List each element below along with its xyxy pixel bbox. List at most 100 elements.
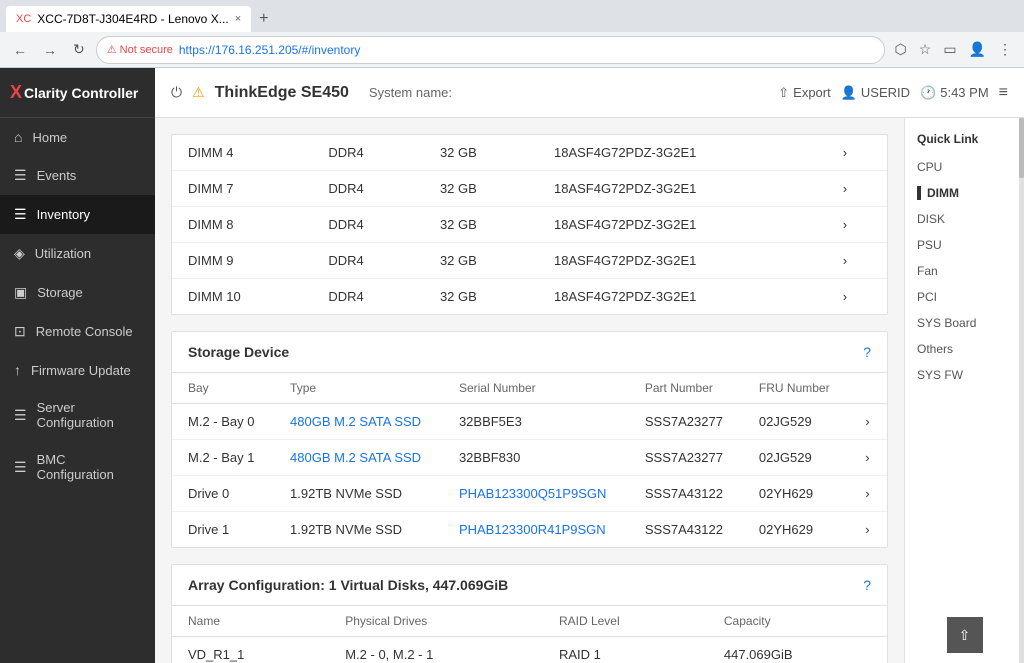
inventory-icon: ☰ [14, 206, 27, 223]
sidebar-label-bmc-configuration: BMC Configuration [37, 452, 141, 482]
storage-serial: 32BBF5E3 [443, 404, 629, 440]
array-capacity: 447.069GiB [708, 637, 887, 663]
storage-help-icon[interactable]: ? [863, 344, 871, 360]
quick-link-pci[interactable]: PCI [905, 284, 1024, 310]
quick-link-fan-label: Fan [917, 264, 938, 278]
topbar: ⏻ ⚠ ThinkEdge SE450 System name: ⇧ Expor… [155, 68, 1024, 118]
quick-link-sys-fw[interactable]: SYS FW [905, 362, 1024, 388]
cast-icon[interactable]: ⬡ [891, 39, 911, 60]
storage-serial-link[interactable]: PHAB123300Q51P9SGN [459, 486, 606, 501]
storage-chevron[interactable]: › [849, 476, 887, 512]
browser-toolbar: ← → ↻ ⚠ Not secure https://176.16.251.20… [0, 32, 1024, 68]
quick-link-psu[interactable]: PSU [905, 232, 1024, 258]
profile-icon[interactable]: 👤 [965, 39, 990, 60]
power-button[interactable]: ⏻ [171, 84, 182, 101]
sidebar-item-firmware-update[interactable]: ↑ Firmware Update [0, 351, 155, 389]
dimm-type: DDR4 [312, 279, 424, 315]
sidebar-item-remote-console[interactable]: ⊡ Remote Console [0, 312, 155, 351]
content-area: DIMM 4 DDR4 32 GB 18ASF4G72PDZ-3G2E1 › D… [155, 118, 1024, 663]
dimm-row: DIMM 4 DDR4 32 GB 18ASF4G72PDZ-3G2E1 › [172, 135, 887, 171]
scroll-to-top-button[interactable]: ⇧ [947, 617, 983, 653]
storage-part: SSS7A23277 [629, 440, 743, 476]
reload-button[interactable]: ↻ [68, 39, 90, 60]
content-scroll[interactable]: DIMM 4 DDR4 32 GB 18ASF4G72PDZ-3G2E1 › D… [155, 118, 904, 663]
array-name: VD_R1_1 [172, 637, 329, 663]
dimm-row: DIMM 7 DDR4 32 GB 18ASF4G72PDZ-3G2E1 › [172, 171, 887, 207]
storage-type-link[interactable]: 480GB M.2 SATA SSD [290, 450, 421, 465]
storage-fru: 02JG529 [743, 440, 849, 476]
storage-chevron[interactable]: › [849, 440, 887, 476]
storage-chevron[interactable]: › [849, 404, 887, 440]
storage-section-header: Storage Device ? [172, 332, 887, 373]
warning-button[interactable]: ⚠ [192, 84, 205, 101]
dimm-size: 32 GB [424, 207, 538, 243]
bmc-config-icon: ☰ [14, 459, 27, 476]
dimm-table: DIMM 4 DDR4 32 GB 18ASF4G72PDZ-3G2E1 › D… [172, 135, 887, 314]
col-action [849, 373, 887, 404]
quick-link-cpu[interactable]: CPU [905, 154, 1024, 180]
dimm-chevron[interactable]: › [827, 207, 887, 243]
storage-type: 1.92TB NVMe SSD [274, 512, 443, 548]
home-icon: ⌂ [14, 129, 22, 145]
dimm-type: DDR4 [312, 171, 424, 207]
sidebar-item-bmc-configuration[interactable]: ☰ BMC Configuration [0, 441, 155, 493]
quick-link-fan[interactable]: Fan [905, 258, 1024, 284]
col-serial: Serial Number [443, 373, 629, 404]
storage-part: SSS7A43122 [629, 476, 743, 512]
dimm-chevron[interactable]: › [827, 243, 887, 279]
sidebar-label-inventory: Inventory [37, 207, 90, 222]
dimm-row: DIMM 8 DDR4 32 GB 18ASF4G72PDZ-3G2E1 › [172, 207, 887, 243]
quick-link-sys-board[interactable]: SYS Board [905, 310, 1024, 336]
array-help-icon[interactable]: ? [863, 577, 871, 593]
tab-favicon: XC [16, 13, 31, 25]
quick-link-others[interactable]: Others [905, 336, 1024, 362]
sidebar-item-home[interactable]: ⌂ Home [0, 118, 155, 156]
sidebar-item-utilization[interactable]: ◈ Utilization [0, 234, 155, 273]
quick-link-pci-label: PCI [917, 290, 937, 304]
dimm-chevron[interactable]: › [827, 135, 887, 171]
quick-link-disk[interactable]: DISK [905, 206, 1024, 232]
address-bar[interactable]: ⚠ Not secure https://176.16.251.205/#/in… [96, 36, 885, 64]
back-button[interactable]: ← [8, 40, 32, 60]
sidebar-item-server-configuration[interactable]: ☰ Server Configuration [0, 389, 155, 441]
browser-tab-bar: XC XCC-7D8T-J304E4RD - Lenovo X... × + [0, 0, 1024, 32]
storage-type: 1.92TB NVMe SSD [274, 476, 443, 512]
storage-type: 480GB M.2 SATA SSD [274, 404, 443, 440]
storage-type: 480GB M.2 SATA SSD [274, 440, 443, 476]
forward-button[interactable]: → [38, 40, 62, 60]
storage-serial: PHAB123300R41P9SGN [443, 512, 629, 548]
new-tab-button[interactable]: + [251, 10, 276, 28]
sidebar-item-events[interactable]: ☰ Events [0, 156, 155, 195]
sidebar: X Clarity Controller ⌂ Home ☰ Events ☰ I… [0, 68, 155, 663]
array-table: Name Physical Drives RAID Level Capacity… [172, 606, 887, 663]
dimm-name: DIMM 10 [172, 279, 312, 315]
sidebar-label-firmware-update: Firmware Update [31, 363, 131, 378]
more-icon[interactable]: ⋮ [994, 39, 1016, 60]
topbar-menu-button[interactable]: ≡ [999, 84, 1008, 102]
sidebar-brand: X Clarity Controller [0, 68, 155, 118]
dimm-type: DDR4 [312, 243, 424, 279]
quick-link-sidebar: Quick Link CPU DIMM DISK PSU [904, 118, 1024, 663]
utilization-icon: ◈ [14, 245, 25, 262]
col-raid-level: RAID Level [543, 606, 708, 637]
quick-link-dimm[interactable]: DIMM [905, 180, 1024, 206]
storage-type-link[interactable]: 480GB M.2 SATA SSD [290, 414, 421, 429]
sidebar-item-inventory[interactable]: ☰ Inventory [0, 195, 155, 234]
storage-bay: Drive 0 [172, 476, 274, 512]
dimm-section: DIMM 4 DDR4 32 GB 18ASF4G72PDZ-3G2E1 › D… [171, 134, 888, 315]
col-physical-drives: Physical Drives [329, 606, 543, 637]
tablet-icon[interactable]: ▭ [939, 39, 960, 60]
storage-row: M.2 - Bay 0 480GB M.2 SATA SSD 32BBF5E3 … [172, 404, 887, 440]
export-button[interactable]: ⇧ Export [778, 85, 830, 101]
bookmark-icon[interactable]: ☆ [915, 39, 936, 60]
tab-close-button[interactable]: × [235, 13, 241, 25]
storage-chevron[interactable]: › [849, 512, 887, 548]
userid-display: 👤 USERID [841, 85, 910, 101]
dimm-chevron[interactable]: › [827, 171, 887, 207]
storage-serial-link[interactable]: PHAB123300R41P9SGN [459, 522, 606, 537]
firmware-icon: ↑ [14, 362, 21, 378]
array-config-section: Array Configuration: 1 Virtual Disks, 44… [171, 564, 888, 663]
sidebar-item-storage[interactable]: ▣ Storage [0, 273, 155, 312]
dimm-chevron[interactable]: › [827, 279, 887, 315]
sidebar-label-server-configuration: Server Configuration [37, 400, 141, 430]
